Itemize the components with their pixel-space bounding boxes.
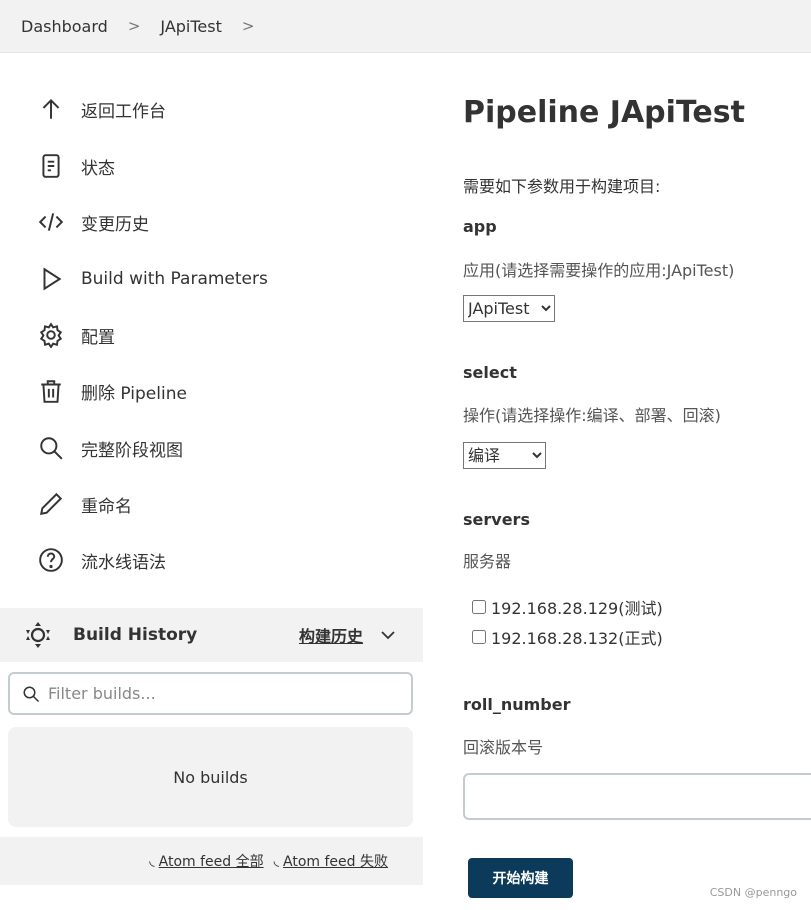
chevron-down-icon[interactable] [381, 630, 395, 640]
sidebar-item-back[interactable]: 返回工作台 [38, 96, 166, 122]
sidebar-item-rename[interactable]: 重命名 [38, 491, 132, 517]
server-checkbox[interactable] [472, 600, 486, 614]
sidebar-item-label: 删除 Pipeline [81, 383, 187, 404]
server-option[interactable]: 192.168.28.132(正式) [472, 625, 663, 649]
param-name-roll-number: roll_number [463, 695, 571, 714]
trash-icon [41, 380, 61, 403]
sidebar-item-label: Build with Parameters [81, 269, 268, 289]
server-option[interactable]: 192.168.28.129(测试) [472, 595, 663, 619]
server-checkbox[interactable] [472, 630, 486, 644]
chevron-right-icon[interactable]: > [242, 17, 255, 35]
search-icon [40, 437, 63, 460]
arrow-up-icon [42, 98, 60, 119]
sidebar-item-delete[interactable]: 删除 Pipeline [38, 378, 187, 404]
param-name-app: app [463, 217, 497, 236]
no-builds-message: No builds [8, 727, 413, 827]
sidebar-item-build-with-parameters[interactable]: Build with Parameters [38, 266, 268, 292]
chevron-right-icon[interactable]: > [128, 17, 141, 35]
sidebar-item-status[interactable]: 状态 [38, 153, 115, 179]
build-history-title: Build History [73, 625, 198, 645]
build-button[interactable]: 开始构建 [468, 858, 573, 898]
sidebar-item-label: 配置 [81, 327, 115, 348]
atom-feed-failed-link[interactable]: Atom feed 失败 [283, 851, 388, 871]
filter-builds [8, 672, 413, 715]
intro-text: 需要如下参数用于构建项目: [463, 177, 661, 196]
atom-feed-all-link[interactable]: Atom feed 全部 [159, 851, 264, 871]
weather-sun-icon [26, 622, 50, 648]
sidebar-item-changes[interactable]: 变更历史 [38, 209, 149, 235]
param-desc-roll-number: 回滚版本号 [463, 738, 544, 757]
param-desc-servers: 服务器 [463, 552, 512, 571]
sidebar-item-label: 状态 [81, 158, 115, 179]
sidebar-item-label: 重命名 [81, 496, 132, 517]
sidebar-item-label: 流水线语法 [81, 552, 166, 573]
atom-feeds: ◟ Atom feed 全部 ◟ Atom feed 失败 [0, 837, 423, 885]
sidebar-item-pipeline-syntax[interactable]: 流水线语法 [38, 547, 166, 573]
page-title: Pipeline JApiTest [463, 95, 745, 130]
breadcrumb-job[interactable]: JApiTest [160, 17, 222, 36]
gear-icon [39, 322, 63, 348]
rss-icon: ◟ [149, 853, 155, 869]
breadcrumb-dashboard[interactable]: Dashboard [21, 17, 108, 36]
sidebar-item-configure[interactable]: 配置 [38, 322, 115, 348]
param-desc-app: 应用(请选择需要操作的应用:JApiTest) [463, 261, 735, 280]
code-icon [38, 213, 64, 231]
server-label: 192.168.28.129(测试) [491, 599, 663, 618]
operation-select[interactable]: 编译 [463, 442, 546, 469]
sidebar-item-label: 返回工作台 [81, 101, 166, 122]
sidebar-item-stage-view[interactable]: 完整阶段视图 [38, 435, 183, 461]
trend-link[interactable]: 构建历史 [299, 623, 363, 647]
document-icon [42, 154, 60, 178]
param-desc-select: 操作(请选择操作:编译、部署、回滚) [463, 406, 721, 425]
roll-number-input[interactable] [463, 773, 811, 820]
watermark: CSDN @penngo [709, 886, 797, 899]
pencil-icon [40, 492, 63, 515]
filter-builds-input[interactable] [48, 684, 388, 703]
sidebar-item-label: 完整阶段视图 [81, 440, 183, 461]
param-name-servers: servers [463, 510, 530, 529]
app-select[interactable]: JApiTest [463, 295, 555, 322]
build-history-header: Build History 构建历史 [0, 608, 423, 662]
server-label: 192.168.28.132(正式) [491, 629, 663, 648]
param-name-select: select [463, 363, 517, 382]
sidebar-item-label: 变更历史 [81, 214, 149, 235]
rss-icon: ◟ [273, 853, 280, 869]
breadcrumb: Dashboard > JApiTest > [0, 0, 811, 53]
search-icon [23, 686, 40, 702]
help-icon [39, 548, 63, 572]
play-icon [43, 267, 62, 291]
